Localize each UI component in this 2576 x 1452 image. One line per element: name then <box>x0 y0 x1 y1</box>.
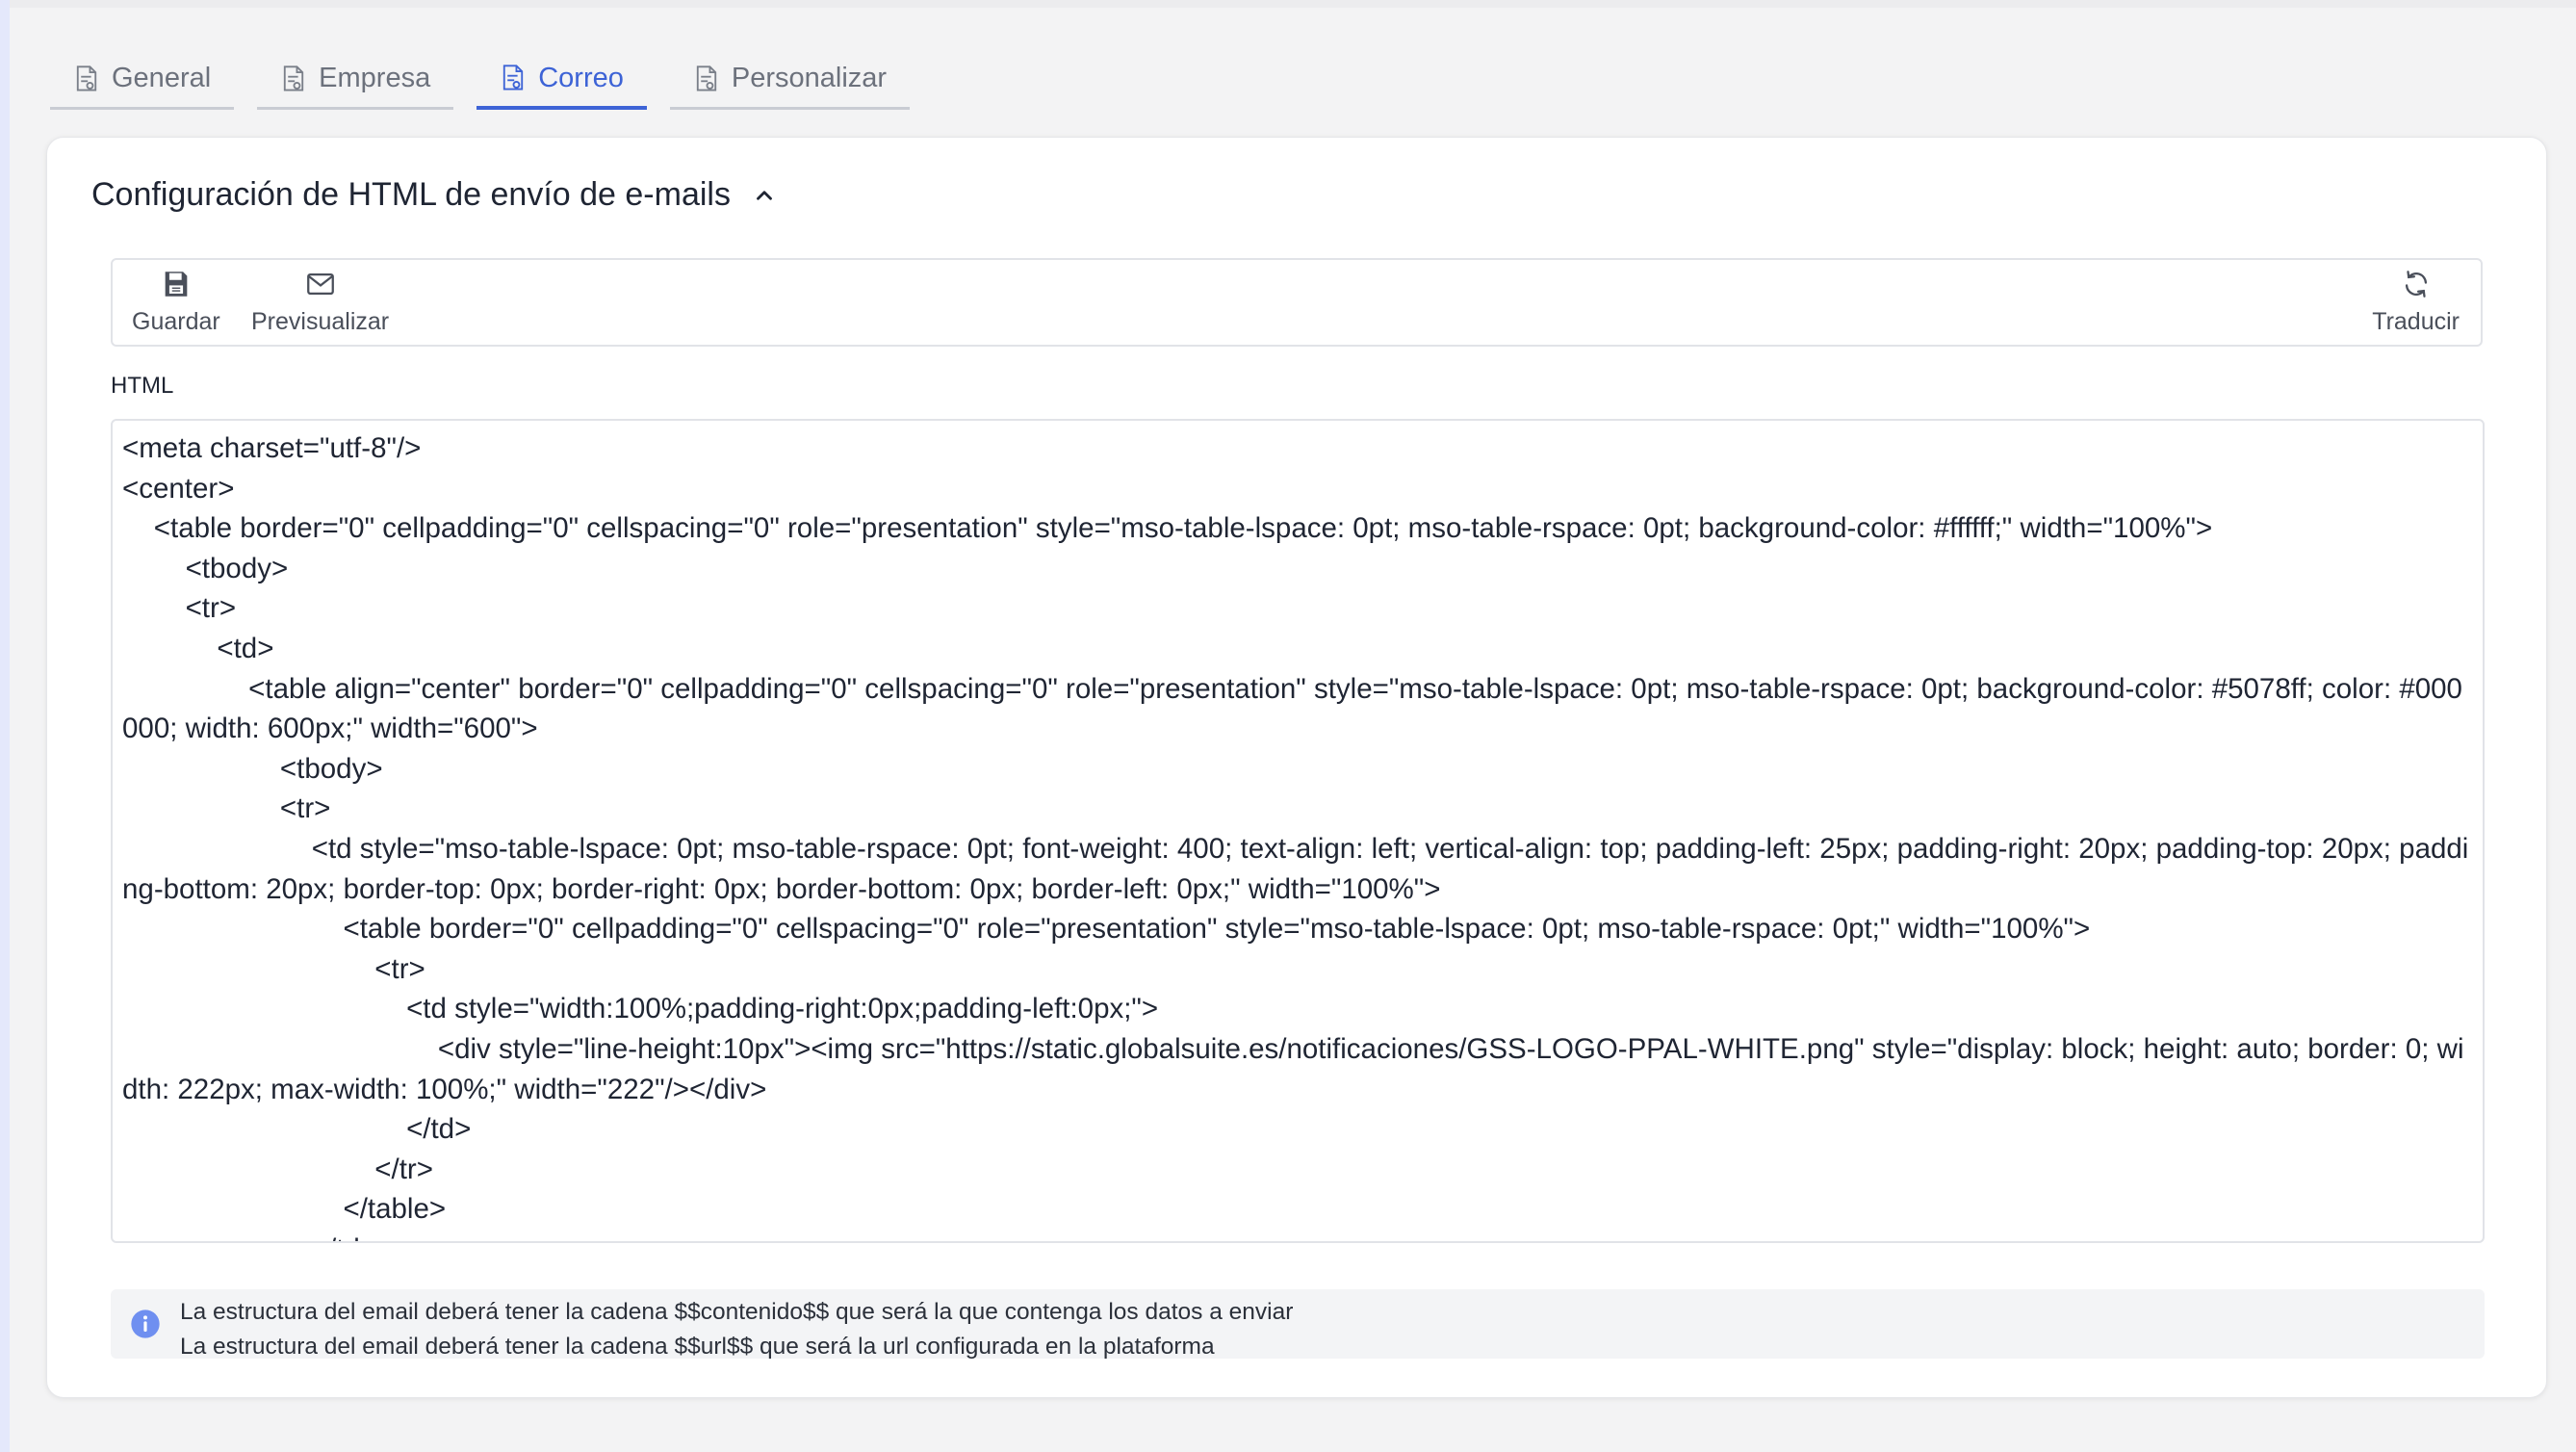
document-icon <box>503 65 524 91</box>
info-line-url: La estructura del email deberá tener la … <box>180 1334 1215 1360</box>
html-field-label: HTML <box>111 373 174 399</box>
tab-bar: General Empresa Correo Personalizar <box>50 50 911 114</box>
save-button[interactable]: Guardar <box>132 268 220 336</box>
left-edge-accent <box>0 0 10 1452</box>
save-label: Guardar <box>132 308 220 335</box>
tab-correo-label: Correo <box>538 62 624 93</box>
section-title: Configuración de HTML de envío de e-mail… <box>91 176 731 213</box>
info-text: La estructura del email deberá tener la … <box>180 1295 1293 1364</box>
preview-button[interactable]: Previsualizar <box>251 268 389 336</box>
chevron-up-icon[interactable] <box>752 183 777 208</box>
tab-empresa-label: Empresa <box>319 63 431 93</box>
info-box: La estructura del email deberá tener la … <box>111 1289 2485 1360</box>
tab-personalizar[interactable]: Personalizar <box>669 50 911 110</box>
email-html-config-card: Configuración de HTML de envío de e-mail… <box>46 137 2547 1398</box>
tab-correo[interactable]: Correo <box>477 50 647 110</box>
tab-empresa[interactable]: Empresa <box>257 50 454 110</box>
tab-general[interactable]: General <box>50 50 235 110</box>
envelope-icon <box>306 272 334 296</box>
preview-label: Previsualizar <box>251 308 390 335</box>
document-icon <box>696 65 717 91</box>
floppy-disk-icon <box>165 272 188 297</box>
editor-toolbar: Guardar Previsualizar Traducir <box>111 258 2483 347</box>
document-icon <box>76 65 97 91</box>
document-icon <box>284 65 304 91</box>
tab-general-label: General <box>112 63 212 93</box>
translate-label: Traducir <box>2372 308 2460 335</box>
refresh-icon <box>2405 271 2427 298</box>
section-header[interactable]: Configuración de HTML de envío de e-mail… <box>91 176 777 214</box>
top-strip <box>10 0 2576 8</box>
info-icon <box>131 1309 160 1338</box>
translate-button[interactable]: Traducir <box>2372 268 2460 336</box>
html-code-editor[interactable]: <meta charset="utf-8"/> <center> <table … <box>111 419 2485 1243</box>
html-code-content[interactable]: <meta charset="utf-8"/> <center> <table … <box>113 421 2483 1241</box>
info-line-contenido: La estructura del email deberá tener la … <box>180 1299 1294 1325</box>
tab-personalizar-label: Personalizar <box>731 63 888 93</box>
